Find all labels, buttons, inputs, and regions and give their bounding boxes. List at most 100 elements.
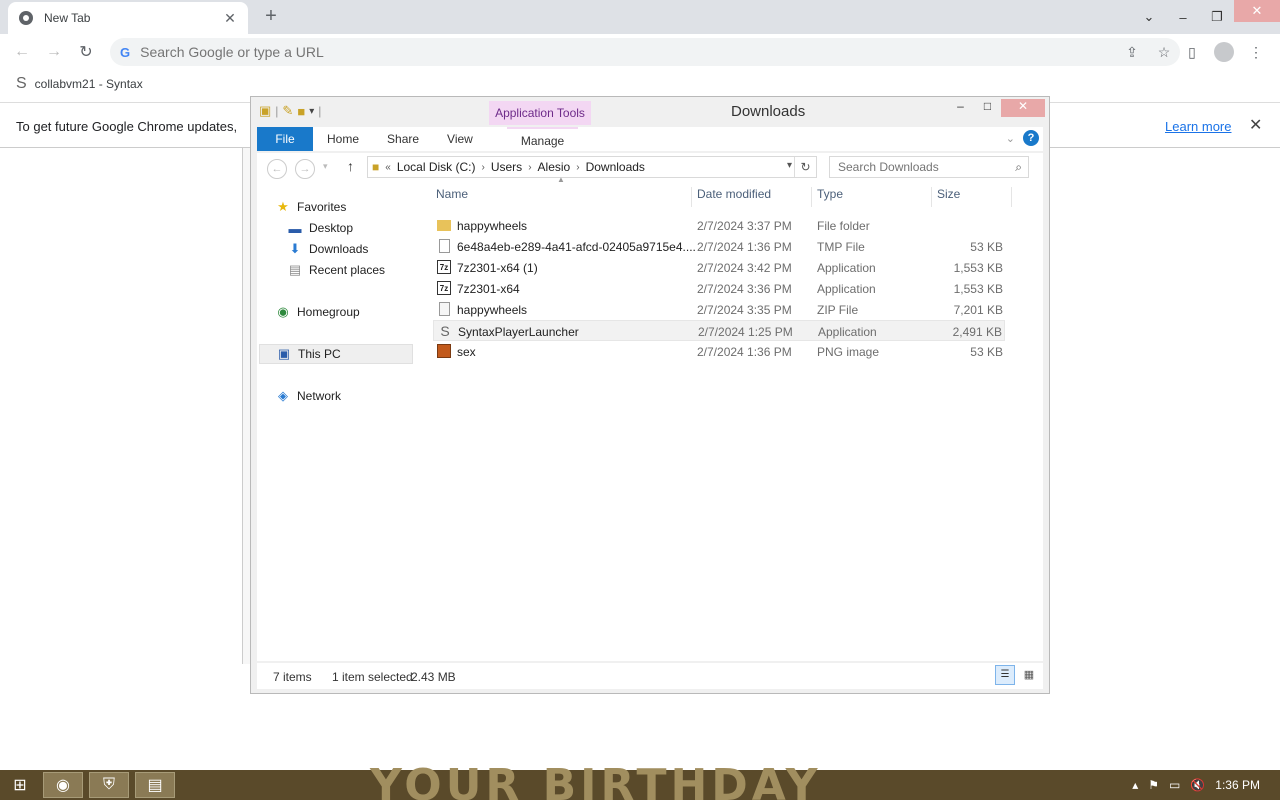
- search-box[interactable]: ⌕: [829, 156, 1029, 178]
- taskbar-explorer-icon[interactable]: ▤: [135, 772, 175, 798]
- new-tab-button[interactable]: +: [259, 4, 283, 28]
- minimize-button[interactable]: –: [1166, 0, 1200, 34]
- breadcrumb-local-disk[interactable]: Local Disk (C:): [397, 160, 476, 174]
- nav-network[interactable]: ◈ Network: [275, 386, 341, 406]
- side-panel-icon[interactable]: ▯: [1176, 38, 1208, 66]
- recent-places-icon: ▤: [288, 262, 302, 277]
- tab-manage[interactable]: Manage: [506, 127, 579, 151]
- file-row[interactable]: sex 2/7/2024 1:36 PM PNG image 53 KB: [433, 341, 1005, 362]
- help-icon[interactable]: ?: [1023, 130, 1039, 146]
- address-dropdown-icon[interactable]: ▾: [787, 160, 792, 171]
- nav-recent-places[interactable]: ▤ Recent places: [287, 260, 385, 280]
- syntax-logo-icon: S: [16, 75, 27, 92]
- tab-title: New Tab: [44, 11, 91, 25]
- item-count: 7 items: [273, 670, 312, 684]
- details-view-icon[interactable]: ☰: [995, 665, 1015, 685]
- 7zip-icon: 7z: [437, 281, 451, 295]
- computer-icon: ▣: [277, 346, 291, 361]
- tab-file[interactable]: File: [257, 127, 313, 151]
- learn-more-link[interactable]: Learn more: [1165, 119, 1231, 134]
- nav-favorites[interactable]: ★ Favorites: [275, 197, 346, 217]
- profile-avatar[interactable]: [1214, 42, 1234, 62]
- image-icon: [437, 344, 451, 358]
- status-bar: 7 items 1 item selected 2.43 MB ☰ ▦: [257, 663, 1043, 689]
- explorer-body: ★ Favorites ▬ Desktop ⬇ Downloads ▤ Rece…: [257, 175, 1043, 661]
- breadcrumb-users[interactable]: Users: [491, 160, 522, 174]
- breadcrumb-alesio[interactable]: Alesio: [538, 160, 571, 174]
- tab-share[interactable]: Share: [373, 127, 433, 151]
- search-input[interactable]: [838, 160, 998, 174]
- file-row[interactable]: 7z 7z2301-x64 (1) 2/7/2024 3:42 PM Appli…: [433, 257, 1005, 278]
- folder-icon: [437, 220, 451, 231]
- reload-button[interactable]: ↻: [70, 36, 102, 68]
- network-tray-icon[interactable]: ▭: [1169, 778, 1180, 792]
- tab-new-tab[interactable]: New Tab ✕: [8, 2, 248, 34]
- large-icons-view-icon[interactable]: ▦: [1019, 665, 1039, 685]
- file-row[interactable]: happywheels 2/7/2024 3:37 PM File folder: [433, 215, 1005, 236]
- up-button[interactable]: ↑: [347, 158, 354, 174]
- file-row[interactable]: 6e48a4eb-e289-4a41-afcd-02405a9715e4....…: [433, 236, 1005, 257]
- bookmarks-bar: S collabvm21 - Syntax: [0, 70, 1280, 98]
- file-row-selected[interactable]: S SyntaxPlayerLauncher 2/7/2024 1:25 PM …: [433, 320, 1005, 341]
- nav-desktop[interactable]: ▬ Desktop: [287, 218, 354, 238]
- expand-ribbon-icon[interactable]: ⌄: [1006, 132, 1015, 145]
- menu-icon[interactable]: ⋮: [1240, 38, 1272, 66]
- ribbon-tabs: File Home Share View Manage ⌄ ?: [257, 127, 1043, 151]
- back-button[interactable]: ←: [6, 36, 38, 68]
- explorer-forward-button[interactable]: →: [295, 159, 315, 179]
- bookmark-collabvm[interactable]: collabvm21 - Syntax: [35, 77, 143, 91]
- selection-count: 1 item selected: [332, 670, 413, 684]
- navigation-pane: ★ Favorites ▬ Desktop ⬇ Downloads ▤ Rece…: [257, 183, 415, 661]
- tab-search-icon[interactable]: ⌄: [1132, 0, 1166, 34]
- explorer-window: ▣ | ✎ ■ ▾ | Application Tools Downloads …: [250, 96, 1050, 694]
- recent-locations-icon[interactable]: ▾: [323, 161, 328, 172]
- taskbar-defender-icon[interactable]: ⛨: [89, 772, 129, 798]
- close-window-button[interactable]: ✕: [1234, 0, 1280, 22]
- tab-home[interactable]: Home: [313, 127, 373, 151]
- tab-close-icon[interactable]: ✕: [222, 10, 238, 27]
- infobar-close-icon[interactable]: ✕: [1249, 115, 1262, 135]
- explorer-maximize-button[interactable]: □: [974, 99, 1001, 117]
- address-row: ← → ▾ ↑ ■ « Local Disk (C:) › Users › Al…: [257, 153, 1043, 183]
- explorer-back-button[interactable]: ←: [267, 159, 287, 179]
- column-name[interactable]: Name: [436, 187, 468, 207]
- column-type[interactable]: Type: [817, 187, 843, 207]
- qat-dropdown-icon[interactable]: ▾: [309, 106, 314, 117]
- downloads-folder-icon: ■: [372, 160, 380, 174]
- omnibox[interactable]: G ⇪ ☆: [110, 38, 1180, 66]
- file-row[interactable]: happywheels 2/7/2024 3:35 PM ZIP File 7,…: [433, 299, 1005, 320]
- explorer-close-button[interactable]: ✕: [1001, 99, 1045, 117]
- nav-homegroup[interactable]: ◉ Homegroup: [275, 302, 359, 322]
- start-button[interactable]: ⊞: [0, 772, 40, 798]
- tab-view[interactable]: View: [433, 127, 487, 151]
- share-icon[interactable]: ⇪: [1116, 44, 1148, 61]
- restore-button[interactable]: ❐: [1200, 0, 1234, 34]
- volume-muted-icon[interactable]: 🔇: [1190, 778, 1205, 792]
- breadcrumb-downloads[interactable]: Downloads: [586, 160, 645, 174]
- taskbar-chrome-icon[interactable]: ◉: [43, 772, 83, 798]
- clock[interactable]: 1:36 PM: [1215, 778, 1260, 792]
- search-icon[interactable]: ⌕: [1015, 160, 1022, 175]
- refresh-icon[interactable]: ↻: [794, 157, 816, 177]
- chrome-toolbar: ← → ↻ G ⇪ ☆ ▯ ⋮: [0, 34, 1280, 70]
- explorer-minimize-button[interactable]: –: [947, 99, 974, 117]
- file-row[interactable]: 7z 7z2301-x64 2/7/2024 3:36 PM Applicati…: [433, 278, 1005, 299]
- chrome-tabstrip: New Tab ✕ + ⌄ – ❐ ✕: [0, 0, 1280, 34]
- action-center-icon[interactable]: ⚑: [1148, 778, 1159, 792]
- nav-this-pc[interactable]: ▣ This PC: [259, 344, 413, 364]
- new-folder-icon[interactable]: ■: [297, 104, 305, 119]
- column-date-modified[interactable]: Date modified: [697, 187, 771, 207]
- omnibox-input[interactable]: [140, 44, 1041, 60]
- tray-expand-icon[interactable]: ▴: [1132, 778, 1138, 792]
- blank-file-icon: [439, 239, 450, 253]
- forward-button[interactable]: →: [38, 36, 70, 68]
- google-icon: G: [120, 44, 131, 60]
- taskbar: YOUR BIRTHDAY ⊞ ◉ ⛨ ▤ ▴ ⚑ ▭ 🔇 1:36 PM: [0, 760, 1280, 800]
- explorer-app-icon: ▣: [259, 103, 272, 118]
- column-size[interactable]: Size: [937, 187, 960, 207]
- nav-downloads[interactable]: ⬇ Downloads: [287, 239, 369, 259]
- downloads-icon: ⬇: [289, 241, 301, 256]
- application-tools-tab: Application Tools: [489, 101, 591, 125]
- properties-icon[interactable]: ✎: [282, 103, 293, 119]
- address-bar[interactable]: ■ « Local Disk (C:) › Users › Alesio › D…: [367, 156, 817, 178]
